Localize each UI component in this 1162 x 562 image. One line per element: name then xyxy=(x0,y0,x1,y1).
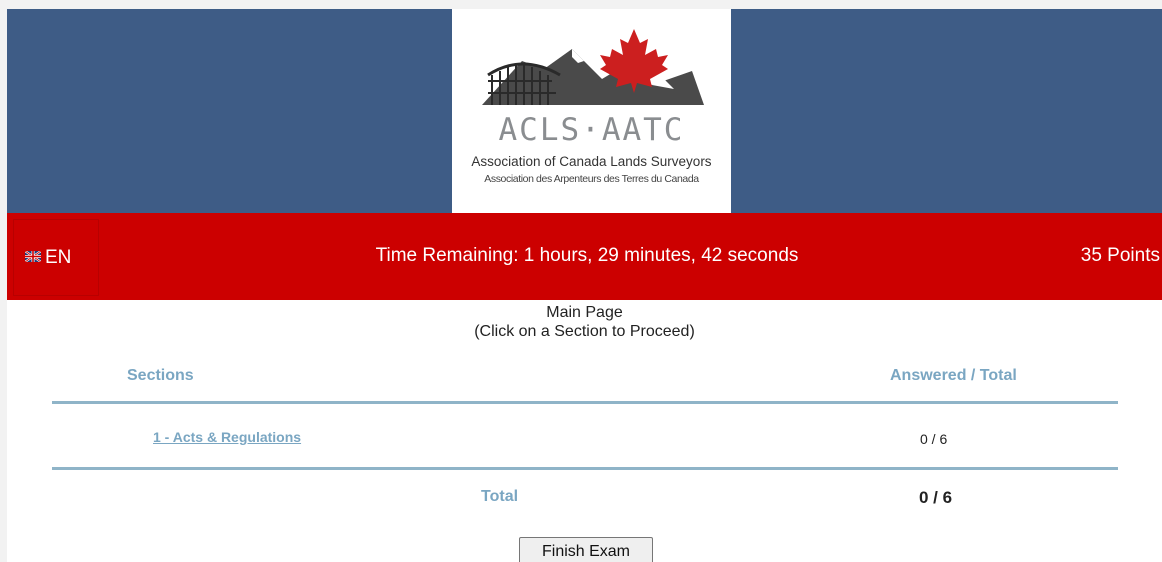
header-divider xyxy=(52,401,1118,404)
total-answered-count: 0 / 6 xyxy=(919,488,953,507)
language-toggle-button[interactable]: EN xyxy=(13,219,99,296)
page-heading: Main Page (Click on a Section to Proceed… xyxy=(7,303,1162,341)
section-link-acts-regulations[interactable]: 1 - Acts & Regulations xyxy=(153,429,301,445)
answered-column-header: Answered / Total xyxy=(890,367,1017,384)
acls-logo: ACLS·AATC Association of Canada Lands Su… xyxy=(452,9,731,213)
language-label: EN xyxy=(45,246,72,268)
exam-status-bar: EN Time Remaining: 1 hours, 29 minutes, … xyxy=(7,213,1162,300)
time-remaining: Time Remaining: 1 hours, 29 minutes, 42 … xyxy=(375,245,799,266)
header-banner: ACLS·AATC Association of Canada Lands Su… xyxy=(7,9,1162,213)
total-divider xyxy=(52,467,1118,470)
total-label: Total xyxy=(481,488,519,505)
logo-name-french: Association des Arpenteurs des Terres du… xyxy=(484,173,699,185)
logo-acronym: ACLS·AATC xyxy=(498,112,685,148)
page-title: Main Page xyxy=(546,304,623,321)
finish-exam-button[interactable]: Finish Exam xyxy=(519,537,653,562)
logo-emblem-icon xyxy=(482,29,704,105)
uk-flag-icon xyxy=(24,250,42,264)
section-answered-count: 0 / 6 xyxy=(920,431,948,447)
page-instructions: (Click on a Section to Proceed) xyxy=(474,323,695,340)
points-total: 35 Points xyxy=(1080,245,1160,266)
logo-name-english: Association of Canada Lands Surveyors xyxy=(471,154,712,169)
sections-column-header: Sections xyxy=(127,367,194,384)
exam-page: ACLS·AATC Association of Canada Lands Su… xyxy=(7,9,1162,562)
